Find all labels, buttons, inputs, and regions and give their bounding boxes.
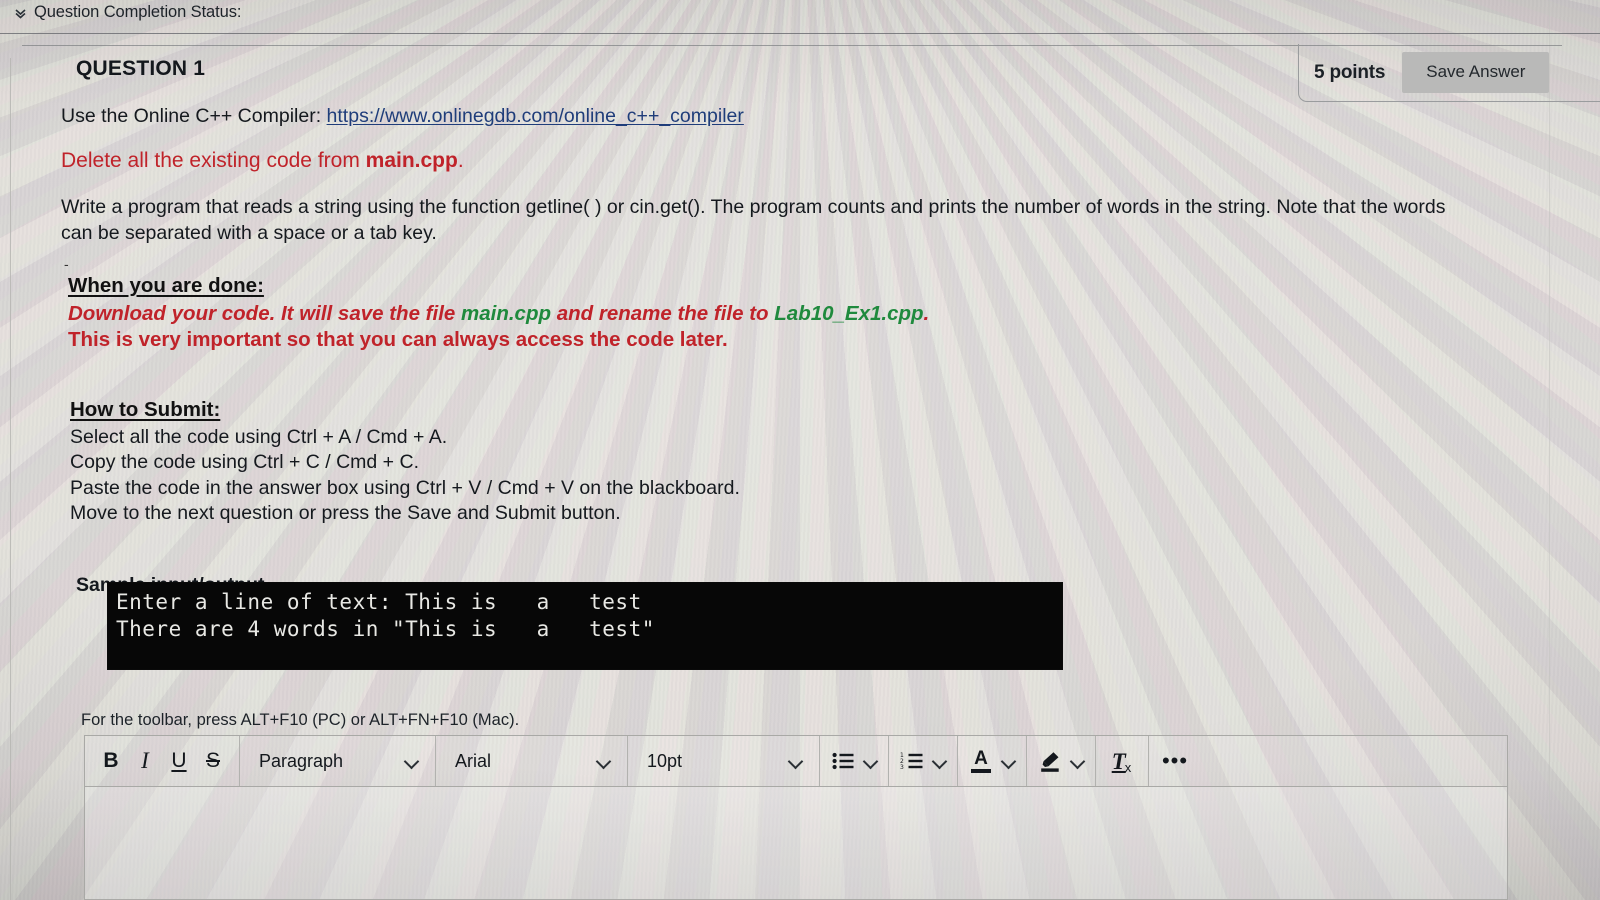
svg-text:3: 3: [900, 764, 904, 770]
page-right-border: [1549, 0, 1550, 900]
when-you-are-done-heading: When you are done:: [68, 274, 264, 297]
question-completion-status-bar[interactable]: Question Completion Status:: [0, 0, 1600, 24]
text-color-dropdown[interactable]: [998, 741, 1020, 781]
bulleted-list-group: [820, 736, 889, 786]
highlight-dropdown[interactable]: [1067, 741, 1089, 781]
numbered-list-dropdown[interactable]: [929, 741, 951, 781]
font-family-value: Arial: [455, 750, 492, 771]
text-color-letter: A: [974, 748, 988, 769]
submit-step: Move to the next question or press the S…: [70, 502, 621, 525]
delete-instruction-filename: main.cpp: [365, 149, 458, 172]
strikethrough-button[interactable]: S: [196, 741, 230, 781]
chevron-down-icon: [1001, 753, 1017, 769]
bulleted-list-dropdown[interactable]: [860, 741, 882, 781]
clear-formatting-subscript: x: [1124, 759, 1132, 775]
clear-formatting-letter: T: [1111, 748, 1126, 774]
delete-instruction-prefix: Delete all the existing code from: [61, 149, 366, 172]
chevron-down-icon: [863, 753, 879, 769]
header-divider-top: [0, 33, 1600, 34]
download-instruction-part-a: Download your code. It will save the fil…: [68, 302, 461, 325]
font-family-select[interactable]: Arial: [445, 741, 618, 781]
text-color-group: A: [958, 736, 1027, 786]
font-family-group: Arial: [436, 736, 628, 786]
chevron-down-icon: [1070, 753, 1086, 769]
more-options-group: •••: [1149, 736, 1507, 786]
delete-code-instruction: Delete all the existing code from main.c…: [61, 149, 464, 173]
toolbar-accessibility-hint: For the toolbar, press ALT+F10 (PC) or A…: [81, 711, 520, 729]
paragraph-format-select[interactable]: Paragraph: [249, 741, 426, 781]
editor-content-area[interactable]: [85, 787, 1507, 899]
online-compiler-link[interactable]: https://www.onlinegdb.com/online_c++_com…: [327, 105, 744, 127]
console-output-block: Enter a line of text: This is a test The…: [108, 583, 1062, 669]
submit-steps-list: Select all the code using Ctrl + A / Cmd…: [70, 425, 740, 526]
numbered-list-button[interactable]: 1 2 3: [895, 741, 929, 781]
text-color-swatch: [971, 769, 991, 773]
compiler-instruction-prefix: Use the Online C++ Compiler:: [61, 105, 327, 127]
paragraph-format-group: Paragraph: [240, 736, 436, 786]
editor-toolbar: B I U S Paragraph Arial 10pt 1 2 3 A T x…: [85, 736, 1507, 787]
bold-button[interactable]: B: [94, 741, 128, 781]
compiler-instruction-line: Use the Online C++ Compiler: https://www…: [61, 105, 744, 128]
page-left-border: [10, 58, 11, 900]
highlighter-icon: [1038, 749, 1062, 773]
chevron-down-icon: [404, 753, 420, 769]
download-instruction-part-b: and rename the file to: [551, 302, 775, 325]
clear-formatting-icon: T x: [1111, 748, 1133, 775]
download-instruction-file-lab: Lab10_Ex1.cpp: [774, 302, 924, 325]
important-note-line: This is very important so that you can a…: [68, 328, 728, 351]
points-and-save-container: 5 points Save Answer: [1298, 44, 1600, 102]
font-size-value: 10pt: [647, 750, 683, 771]
clear-formatting-button[interactable]: T x: [1105, 741, 1139, 781]
highlight-button[interactable]: [1033, 741, 1067, 781]
points-label: 5 points: [1314, 61, 1386, 83]
numbered-list-icon: 1 2 3: [900, 752, 924, 770]
photographed-screen-page: Question Completion Status: 5 points Sav…: [0, 0, 1600, 900]
highlight-group: [1027, 736, 1096, 786]
more-options-icon: •••: [1161, 748, 1189, 773]
submit-step: Select all the code using Ctrl + A / Cmd…: [70, 426, 448, 448]
console-line: There are 4 words in "This is a test": [116, 617, 655, 642]
question-completion-status-label: Question Completion Status:: [34, 2, 242, 21]
bulleted-list-button[interactable]: [826, 741, 860, 781]
console-line: Enter a line of text: This is a test: [116, 590, 642, 614]
question-title: QUESTION 1: [76, 57, 206, 80]
download-code-instruction: Download your code. It will save the fil…: [68, 302, 929, 326]
download-instruction-part-c: .: [923, 302, 930, 325]
save-answer-button[interactable]: Save Answer: [1402, 52, 1550, 93]
font-size-group: 10pt: [628, 736, 820, 786]
italic-button[interactable]: I: [128, 741, 162, 781]
download-instruction-file-main: main.cpp: [461, 302, 551, 325]
delete-instruction-suffix: .: [457, 149, 464, 172]
how-to-submit-heading: How to Submit:: [70, 398, 221, 421]
submit-step: Paste the code in the answer box using C…: [70, 476, 740, 499]
text-color-icon: A: [971, 749, 991, 773]
text-color-button[interactable]: A: [964, 741, 998, 781]
chevron-down-icon: [788, 753, 804, 769]
stray-dash-mark: -: [64, 256, 69, 272]
clear-formatting-group: T x: [1096, 736, 1149, 786]
double-chevron-down-icon[interactable]: [14, 7, 27, 20]
paragraph-format-value: Paragraph: [259, 750, 344, 771]
text-style-group: B I U S: [85, 736, 240, 786]
font-size-select[interactable]: 10pt: [637, 741, 810, 781]
write-program-paragraph: Write a program that reads a string usin…: [61, 196, 1446, 244]
chevron-down-icon: [596, 753, 612, 769]
submit-step: Copy the code using Ctrl + C / Cmd + C.: [70, 451, 419, 474]
more-options-button[interactable]: •••: [1158, 741, 1192, 781]
numbered-list-group: 1 2 3: [889, 736, 958, 786]
underline-button[interactable]: U: [162, 741, 196, 781]
chevron-down-icon: [932, 753, 948, 769]
bulleted-list-icon: [832, 752, 854, 770]
rich-text-editor: B I U S Paragraph Arial 10pt 1 2 3 A T x…: [84, 735, 1508, 900]
